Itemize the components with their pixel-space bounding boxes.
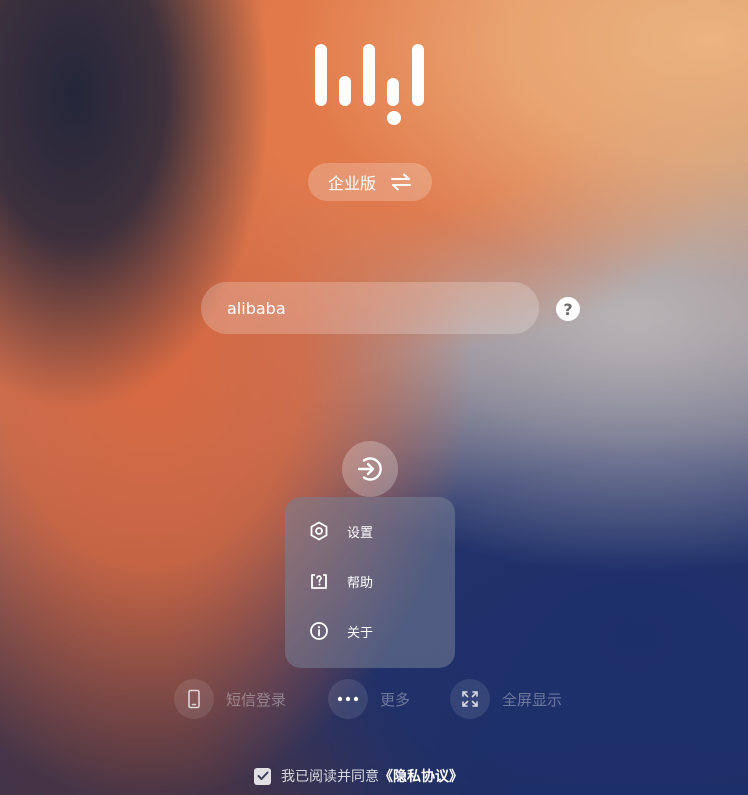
- help-icon[interactable]: ?: [556, 297, 580, 321]
- more-button[interactable]: 更多: [328, 679, 410, 719]
- info-circle-icon: [310, 622, 328, 640]
- fullscreen-button[interactable]: 全屏显示: [450, 679, 562, 719]
- logo-bar: [412, 44, 424, 106]
- login-submit-button[interactable]: [342, 441, 398, 497]
- fullscreen-label: 全屏显示: [502, 690, 563, 709]
- logo-bar: [315, 44, 327, 106]
- logo-dot: [387, 111, 401, 125]
- sms-login-button[interactable]: 短信登录: [174, 679, 286, 719]
- privacy-agreement: 我已阅读并同意《隐私协议》: [254, 766, 463, 786]
- help-box-icon: [311, 574, 327, 589]
- more-menu: 设置 帮助 关于: [285, 497, 455, 668]
- logo-bar: [363, 44, 375, 106]
- logo-bar: [339, 76, 351, 106]
- swap-arrows-icon: [391, 173, 411, 191]
- logo-bar: [387, 78, 399, 106]
- edition-switch-button[interactable]: 企业版: [308, 163, 432, 201]
- more-dots-icon: [328, 679, 368, 719]
- privacy-policy-link[interactable]: 《隐私协议》: [379, 769, 463, 785]
- phone-icon: [174, 679, 214, 719]
- menu-item-label: 关于: [347, 625, 374, 641]
- sign-in-arrow-icon: [357, 457, 382, 481]
- menu-item-settings[interactable]: 设置: [309, 519, 373, 543]
- agree-text: 我已阅读并同意: [281, 769, 379, 785]
- fullscreen-icon: [450, 679, 490, 719]
- more-label: 更多: [380, 690, 411, 709]
- agree-checkbox[interactable]: [254, 767, 271, 785]
- menu-item-about[interactable]: 关于: [309, 619, 373, 643]
- menu-item-help[interactable]: 帮助: [309, 569, 373, 593]
- menu-item-label: 帮助: [347, 575, 374, 591]
- edition-label: 企业版: [327, 174, 376, 193]
- app-logo: [313, 44, 427, 126]
- menu-item-label: 设置: [347, 525, 374, 541]
- settings-hexagon-icon: [310, 521, 328, 541]
- username-input[interactable]: [201, 282, 539, 334]
- checkmark-icon: [257, 771, 268, 780]
- sms-login-label: 短信登录: [226, 690, 287, 709]
